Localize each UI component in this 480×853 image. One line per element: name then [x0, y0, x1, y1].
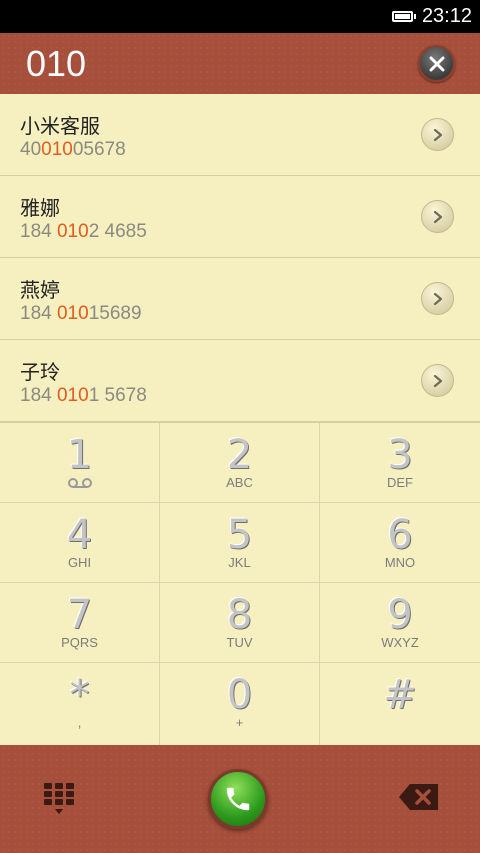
contact-number: 184 01015689 [20, 303, 142, 324]
key-hash[interactable]: # [320, 663, 480, 745]
chevron-right-icon [433, 210, 442, 223]
status-time: 23:12 [421, 5, 472, 27]
key-9[interactable]: 9 WXYZ [320, 583, 480, 663]
dialed-number-input[interactable]: 010 [26, 43, 86, 85]
key-digit: 3 [387, 432, 413, 478]
contact-detail-button[interactable] [421, 282, 454, 315]
key-letters: JKL [228, 555, 251, 570]
number-match-highlight: 010 [56, 303, 89, 324]
contact-row[interactable]: 子玲 184 0101 5678 [0, 340, 480, 422]
key-digit: 1 [66, 432, 93, 478]
key-digit: 0 [226, 672, 253, 718]
key-letters: MNO [384, 555, 416, 570]
contact-row[interactable]: 小米客服 4001005678 [0, 94, 480, 176]
key-8[interactable]: 8 TUV [160, 583, 320, 663]
backspace-icon [399, 784, 438, 810]
status-bar: 23:12 [0, 0, 480, 33]
contact-number: 184 0101 5678 [20, 385, 147, 406]
key-digit: # [383, 672, 417, 718]
contact-name: 燕婷 [20, 278, 60, 302]
bottom-action-bar [0, 745, 480, 853]
phone-icon [226, 787, 250, 811]
number-match-highlight: 010 [41, 139, 73, 160]
key-letters: TUV [226, 635, 253, 650]
call-button[interactable] [208, 769, 268, 829]
key-3[interactable]: 3 DEF [320, 423, 480, 503]
key-digit: 5 [226, 512, 253, 558]
key-digit: 9 [387, 592, 413, 638]
contact-name: 小米客服 [20, 114, 100, 138]
battery-icon [391, 11, 416, 22]
contact-detail-button[interactable] [421, 200, 454, 233]
key-letters: , [77, 715, 82, 730]
contact-number: 4001005678 [20, 139, 126, 160]
key-digit: 2 [226, 432, 253, 478]
contact-number: 184 0102 4685 [20, 221, 147, 242]
clear-button[interactable] [418, 45, 455, 82]
key-letters: WXYZ [381, 635, 419, 650]
key-letters: + [235, 715, 244, 730]
voicemail-icon [68, 478, 92, 488]
key-1[interactable]: 1 [0, 423, 160, 503]
contact-suggestion-list: 小米客服 4001005678 雅娜 184 0102 4685 燕婷 184 … [0, 94, 480, 422]
contact-detail-button[interactable] [421, 364, 454, 397]
key-7[interactable]: 7 PQRS [0, 583, 160, 663]
contact-row[interactable]: 雅娜 184 0102 4685 [0, 176, 480, 258]
backspace-button[interactable] [398, 783, 440, 811]
key-letters: DEF [387, 475, 413, 490]
chevron-right-icon [433, 292, 442, 305]
dial-keypad: 1 2 ABC 3 DEF 4 GHI 5 JKL 6 MNO 7 PQRS 8… [0, 422, 480, 746]
key-2[interactable]: 2 ABC [160, 423, 320, 503]
chevron-right-icon [433, 128, 442, 141]
key-star[interactable]: * , [0, 663, 160, 745]
key-letters: GHI [67, 555, 92, 570]
contact-name: 子玲 [20, 360, 60, 384]
key-letters: ABC [226, 475, 253, 490]
chevron-right-icon [433, 374, 442, 387]
key-letters: PQRS [61, 635, 98, 650]
key-digit: 4 [66, 512, 93, 558]
key-4[interactable]: 4 GHI [0, 503, 160, 583]
close-icon [429, 56, 444, 71]
keypad-toggle-button[interactable] [40, 781, 80, 821]
key-0[interactable]: 0 + [160, 663, 320, 745]
key-digit: 6 [387, 512, 413, 558]
contact-row[interactable]: 燕婷 184 01015689 [0, 258, 480, 340]
key-5[interactable]: 5 JKL [160, 503, 320, 583]
number-match-highlight: 010 [56, 221, 89, 242]
key-digit: * [69, 672, 90, 718]
dial-header: 010 [0, 33, 480, 94]
contact-name: 雅娜 [20, 196, 60, 220]
key-6[interactable]: 6 MNO [320, 503, 480, 583]
contact-detail-button[interactable] [421, 118, 454, 151]
number-match-highlight: 010 [56, 385, 89, 406]
key-digit: 8 [226, 592, 253, 638]
key-digit: 7 [66, 592, 93, 638]
dialpad-icon [44, 783, 74, 814]
